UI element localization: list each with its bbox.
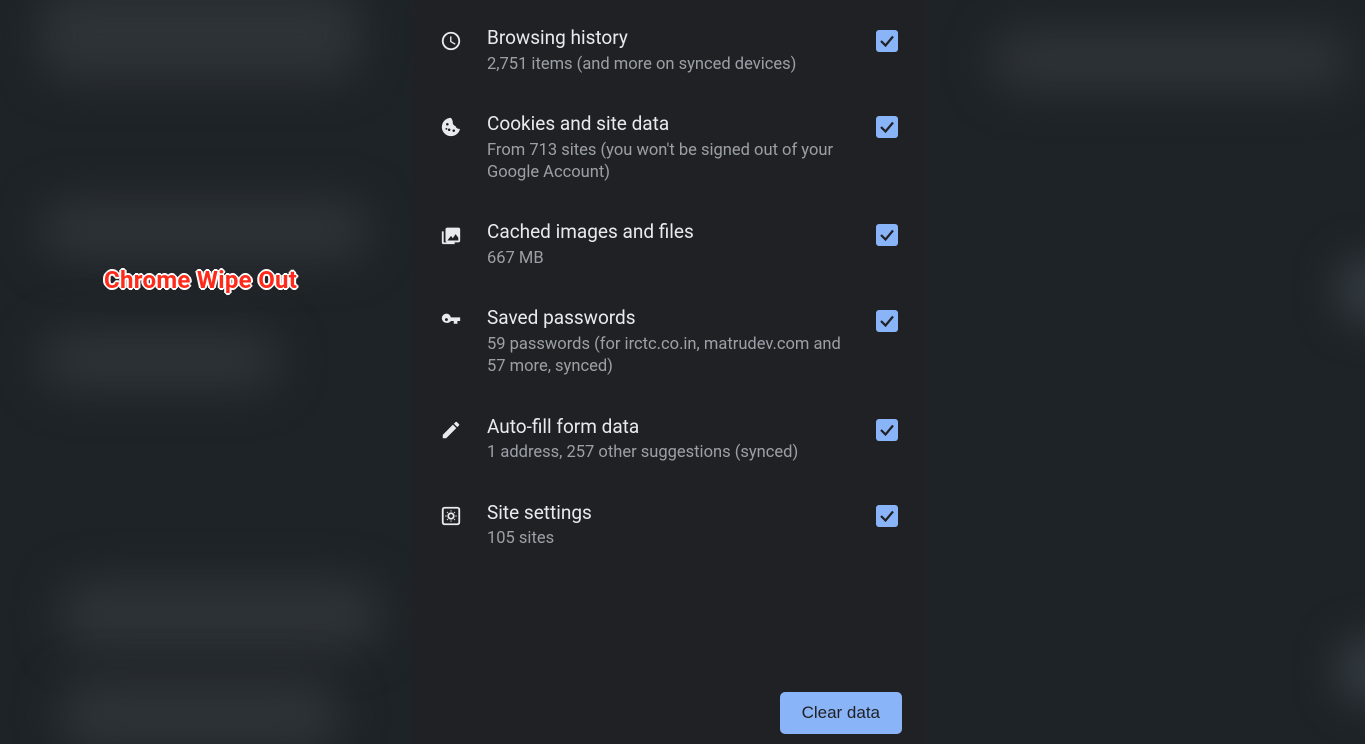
row-autofill[interactable]: Auto-fill form data 1 address, 257 other… — [433, 397, 906, 483]
row-title: Auto-fill form data — [487, 415, 850, 439]
row-subtitle: 105 sites — [487, 528, 850, 550]
row-title: Cookies and site data — [487, 112, 850, 136]
key-icon — [437, 306, 465, 332]
checkbox-passwords[interactable] — [876, 310, 898, 332]
row-cached[interactable]: Cached images and files 667 MB — [433, 202, 906, 288]
bg-blur — [60, 680, 340, 744]
checkbox-autofill[interactable] — [876, 419, 898, 441]
row-text: Cookies and site data From 713 sites (yo… — [487, 112, 850, 184]
row-title: Saved passwords — [487, 306, 850, 330]
pencil-icon — [437, 415, 465, 441]
checkbox-cookies[interactable] — [876, 116, 898, 138]
row-text: Cached images and files 667 MB — [487, 220, 850, 270]
row-browsing-history[interactable]: Browsing history 2,751 items (and more o… — [433, 8, 906, 94]
checkbox-cached[interactable] — [876, 224, 898, 246]
clock-icon — [437, 26, 465, 52]
row-text: Browsing history 2,751 items (and more o… — [487, 26, 850, 76]
bg-blur — [40, 200, 370, 260]
row-subtitle: 2,751 items (and more on synced devices) — [487, 54, 850, 76]
bg-blur — [40, 0, 360, 80]
clear-data-button[interactable]: Clear data — [780, 692, 902, 734]
clear-data-panel: Browsing history 2,751 items (and more o… — [413, 0, 926, 744]
row-site-settings[interactable]: Site settings 105 sites — [433, 483, 906, 569]
bg-blur — [990, 30, 1350, 90]
row-title: Cached images and files — [487, 220, 850, 244]
row-title: Site settings — [487, 501, 850, 525]
row-text: Saved passwords 59 passwords (for irctc.… — [487, 306, 850, 378]
row-cookies[interactable]: Cookies and site data From 713 sites (yo… — [433, 94, 906, 202]
row-subtitle: 667 MB — [487, 248, 850, 270]
checkbox-browsing-history[interactable] — [876, 30, 898, 52]
checkbox-site-settings[interactable] — [876, 505, 898, 527]
panel-footer: Clear data — [433, 686, 906, 744]
row-subtitle: 59 passwords (for irctc.co.in, matrudev.… — [487, 334, 850, 379]
row-text: Site settings 105 sites — [487, 501, 850, 551]
overlay-caption: Chrome Wipe Out — [104, 266, 297, 294]
row-passwords[interactable]: Saved passwords 59 passwords (for irctc.… — [433, 288, 906, 396]
bg-blur — [60, 580, 380, 650]
cookie-icon — [437, 112, 465, 138]
clear-data-list: Browsing history 2,751 items (and more o… — [433, 0, 906, 686]
bg-blur — [1340, 640, 1365, 700]
bg-blur — [40, 330, 280, 390]
row-subtitle: 1 address, 257 other suggestions (synced… — [487, 442, 850, 464]
image-icon — [437, 220, 465, 246]
row-title: Browsing history — [487, 26, 850, 50]
row-text: Auto-fill form data 1 address, 257 other… — [487, 415, 850, 465]
site-settings-icon — [437, 501, 465, 527]
row-subtitle: From 713 sites (you won't be signed out … — [487, 140, 850, 185]
bg-blur — [1340, 260, 1365, 320]
